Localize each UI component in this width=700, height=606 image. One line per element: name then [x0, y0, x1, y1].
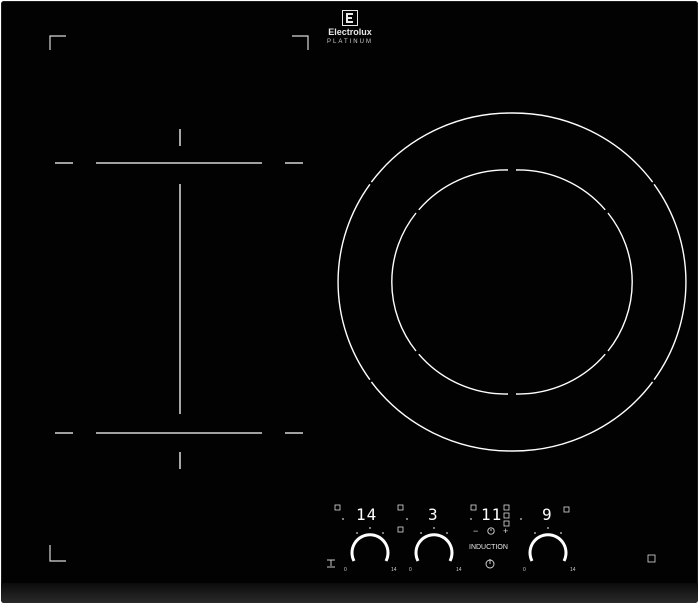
- right-zone-power-display: 9: [542, 505, 553, 524]
- bridge-zone-markings: [55, 129, 303, 469]
- middle-zone-slider[interactable]: [412, 528, 456, 568]
- left-scale-max: 14: [391, 567, 397, 573]
- left-zone-slider[interactable]: [348, 528, 392, 568]
- timer-minus-button[interactable]: −: [473, 527, 478, 536]
- timer-clock-button[interactable]: [486, 526, 496, 536]
- right-scale-max: 14: [570, 567, 576, 573]
- corner-brackets: [49, 35, 309, 562]
- right-scale-min: 0: [523, 567, 526, 573]
- stop-go-button[interactable]: [324, 556, 338, 570]
- timer-display: 11: [481, 505, 503, 524]
- on-off-button[interactable]: [484, 558, 496, 570]
- right-zone-slider[interactable]: [526, 528, 570, 568]
- induction-label: INDUCTION: [469, 544, 508, 551]
- middle-zone-power-display: 3: [428, 505, 439, 524]
- middle-scale-min: 0: [409, 567, 412, 573]
- timer-plus-button[interactable]: +: [503, 527, 508, 536]
- left-scale-min: 0: [344, 567, 347, 573]
- cooktop-markings: [49, 35, 687, 569]
- lock-button[interactable]: [645, 552, 658, 565]
- middle-scale-max: 14: [456, 567, 462, 573]
- left-zone-power-display: 14: [356, 505, 378, 524]
- dual-zone-inner-ring: [391, 169, 633, 395]
- dual-zone-outer-ring: [337, 112, 687, 452]
